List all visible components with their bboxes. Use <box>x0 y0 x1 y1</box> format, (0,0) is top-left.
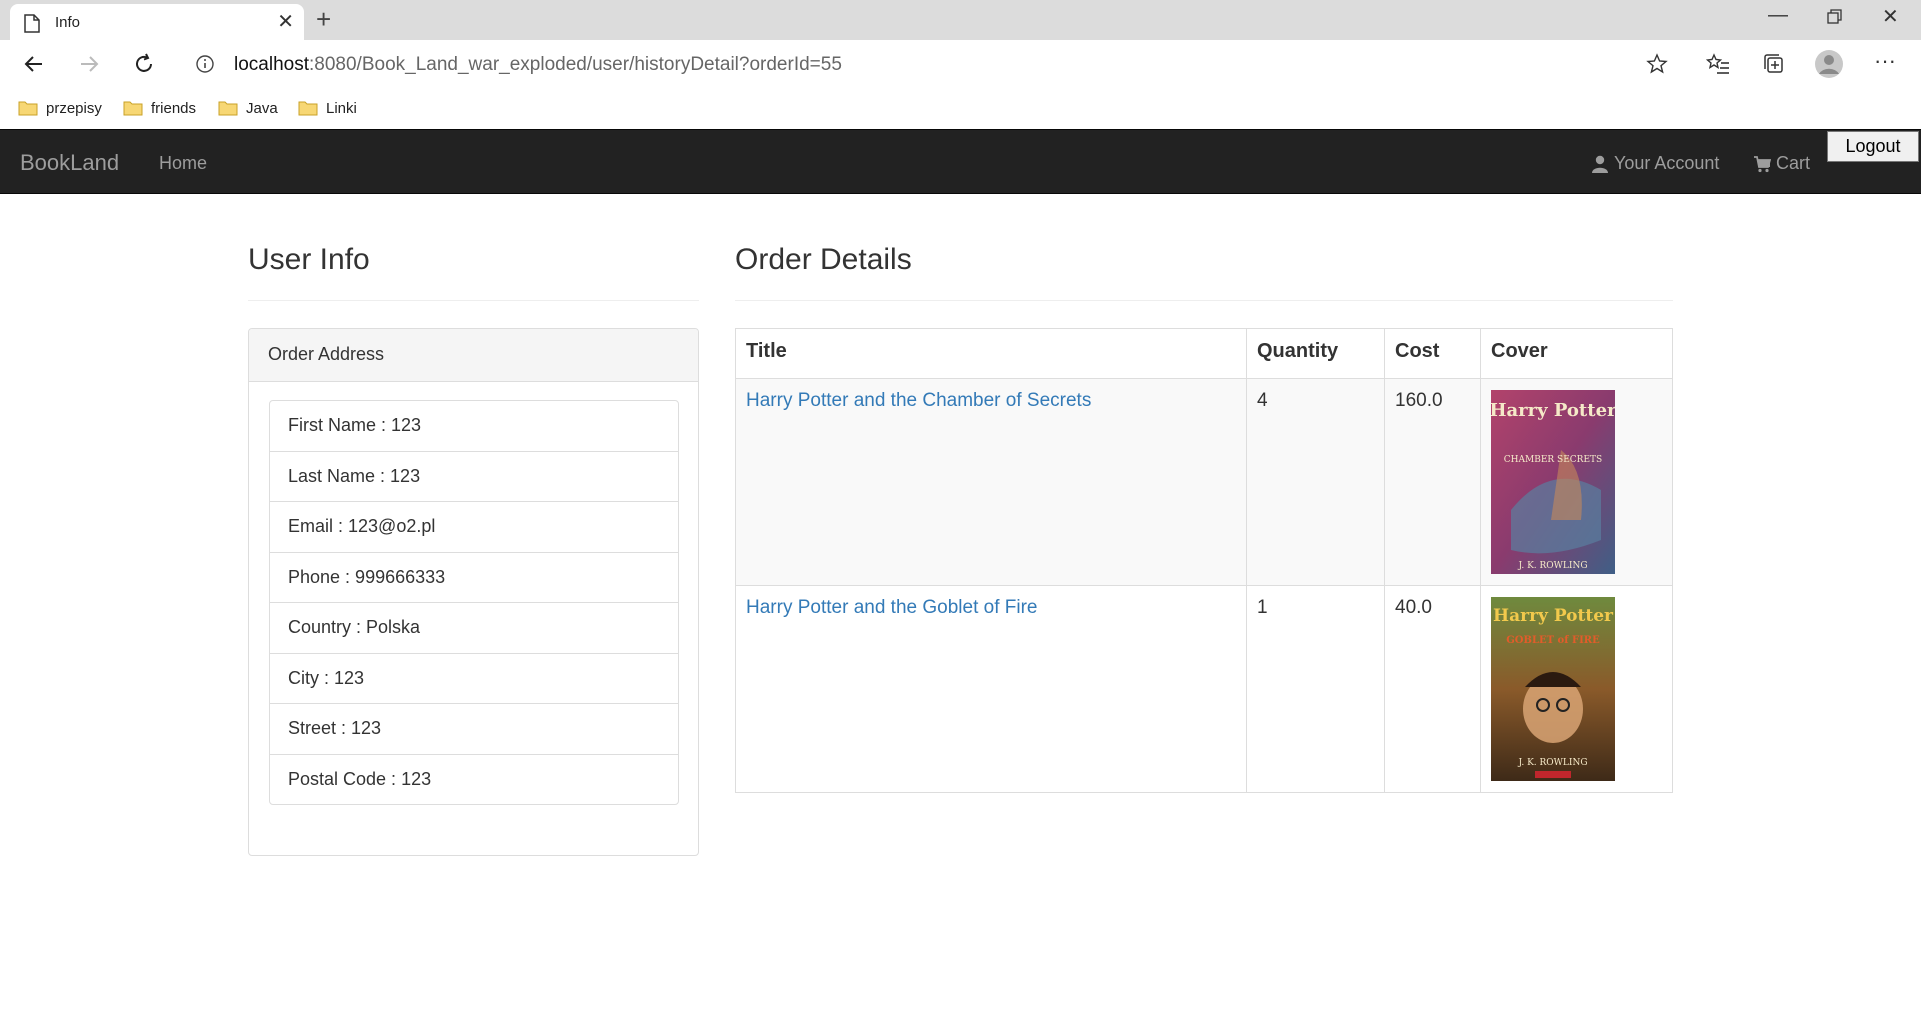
nav-home-link[interactable]: Home <box>159 153 207 174</box>
user-info-heading: User Info <box>248 243 370 276</box>
bookmark-folder-java[interactable]: Java <box>218 96 278 120</box>
order-table: Title Quantity Cost Cover Harry Potter a… <box>735 328 1673 793</box>
reload-button[interactable] <box>128 48 160 80</box>
column-header-quantity: Quantity <box>1246 328 1385 379</box>
nav-account-link[interactable]: Your Account <box>1591 153 1719 174</box>
cover-cell: Harry Potter CHAMBER SECRETS J. K. ROWLI… <box>1480 378 1673 586</box>
logout-button[interactable]: Logout <box>1827 131 1919 162</box>
user-icon <box>1592 155 1608 173</box>
tab-title: Info <box>55 14 81 31</box>
cover-title: Harry Potter <box>1491 400 1615 421</box>
book-title-link[interactable]: Harry Potter and the Chamber of Secrets <box>746 390 1091 411</box>
bookmark-label: przepisy <box>46 99 102 117</box>
more-menu-icon[interactable]: ··· <box>1874 48 1896 74</box>
cover-subtitle: CHAMBER SECRETS <box>1504 455 1602 465</box>
collections-icon[interactable] <box>1762 52 1786 76</box>
address-toolbar: localhost:8080/Book_Land_war_exploded/us… <box>0 40 1921 88</box>
url-text[interactable]: localhost:8080/Book_Land_war_exploded/us… <box>234 54 842 76</box>
list-item-city: City : 123 <box>269 652 679 704</box>
address-list: First Name : 123 Last Name : 123 Email :… <box>269 400 679 805</box>
close-tab-icon[interactable]: ✕ <box>277 12 294 32</box>
brand-link[interactable]: BookLand <box>20 150 119 176</box>
url-path: :8080/Book_Land_war_exploded/user/histor… <box>309 54 842 75</box>
bookmark-label: Linki <box>326 99 357 117</box>
reload-icon <box>136 53 152 72</box>
profile-avatar-icon[interactable] <box>1814 49 1844 79</box>
browser-window: Info ✕ + — ✕ localhost:8080/Book_Land_wa <box>0 0 1921 1030</box>
quantity-cell: 1 <box>1246 585 1385 793</box>
order-details-heading: Order Details <box>735 243 912 276</box>
folder-icon <box>298 101 318 116</box>
back-button[interactable] <box>18 48 50 80</box>
account-label: Your Account <box>1614 153 1720 173</box>
cover-subtitle: GOBLET of FIRE <box>1506 635 1600 646</box>
table-header-row: Title Quantity Cost Cover <box>735 328 1673 379</box>
restore-icon[interactable] <box>1827 9 1843 25</box>
list-item-country: Country : Polska <box>269 602 679 654</box>
cart-label: Cart <box>1776 153 1811 173</box>
divider <box>248 300 699 301</box>
column-header-title: Title <box>735 328 1247 379</box>
cost-cell: 160.0 <box>1384 378 1481 586</box>
site-navbar: BookLand Home Your Account Cart Logout <box>0 129 1921 194</box>
list-item-last-name: Last Name : 123 <box>269 450 679 502</box>
browser-tab[interactable]: Info ✕ <box>10 4 304 40</box>
bookmark-folder-linki[interactable]: Linki <box>298 96 357 120</box>
cover-author: J. K. ROWLING <box>1517 561 1587 571</box>
book-title-link[interactable]: Harry Potter and the Goblet of Fire <box>746 597 1037 618</box>
list-item-first-name: First Name : 123 <box>269 400 679 452</box>
bookmark-folder-friends[interactable]: friends <box>123 96 196 120</box>
quantity-cell: 4 <box>1246 378 1385 586</box>
cost-cell: 40.0 <box>1384 585 1481 793</box>
minimize-icon[interactable]: — <box>1768 4 1788 27</box>
folder-icon <box>18 101 38 116</box>
page-icon <box>24 14 40 33</box>
book-cover-image: Harry Potter CHAMBER SECRETS J. K. ROWLI… <box>1491 390 1615 574</box>
column-header-cost: Cost <box>1384 328 1481 379</box>
publisher-badge <box>1535 771 1571 778</box>
nav-cart-link[interactable]: Cart <box>1753 153 1810 174</box>
bookmark-folder-przepisy[interactable]: przepisy <box>18 96 102 120</box>
list-item-street: Street : 123 <box>269 703 679 755</box>
panel-heading: Order Address <box>249 329 698 382</box>
tab-strip: Info ✕ + — ✕ <box>0 0 1921 40</box>
bookmarks-bar: przepisy friends Java Linki <box>0 88 1921 128</box>
cart-icon <box>1754 155 1771 172</box>
cover-title: Harry Potter <box>1493 606 1614 626</box>
bookmark-label: friends <box>151 99 197 117</box>
list-item-phone: Phone : 999666333 <box>269 551 679 603</box>
order-address-panel: Order Address First Name : 123 Last Name… <box>248 328 699 856</box>
table-row: Harry Potter and the Chamber of Secrets … <box>735 378 1673 586</box>
favorites-icon[interactable] <box>1706 52 1730 76</box>
bookmark-label: Java <box>246 99 278 117</box>
folder-icon <box>218 101 238 116</box>
title-cell: Harry Potter and the Chamber of Secrets <box>735 378 1247 586</box>
column-header-cover: Cover <box>1480 328 1673 379</box>
title-cell: Harry Potter and the Goblet of Fire <box>735 585 1247 793</box>
forward-arrow-icon <box>81 56 99 72</box>
book-cover-image: Harry Potter GOBLET of FIRE J. K. ROWLIN… <box>1491 597 1615 781</box>
address-bar[interactable]: localhost:8080/Book_Land_war_exploded/us… <box>182 45 1682 83</box>
divider <box>735 300 1673 301</box>
forward-button[interactable] <box>73 48 105 80</box>
favorite-star-icon[interactable] <box>1646 53 1668 75</box>
list-item-postal-code: Postal Code : 123 <box>269 753 679 805</box>
table-row: Harry Potter and the Goblet of Fire 1 40… <box>735 585 1673 793</box>
close-window-icon[interactable]: ✕ <box>1882 4 1899 29</box>
back-arrow-icon <box>24 56 42 72</box>
list-item-email: Email : 123@o2.pl <box>269 501 679 553</box>
cover-author: J. K. ROWLING <box>1517 758 1587 768</box>
site-info-icon[interactable] <box>196 55 214 73</box>
folder-icon <box>123 101 143 116</box>
url-host: localhost <box>234 54 309 75</box>
cover-cell: Harry Potter GOBLET of FIRE J. K. ROWLIN… <box>1480 585 1673 793</box>
new-tab-icon[interactable]: + <box>316 6 331 32</box>
